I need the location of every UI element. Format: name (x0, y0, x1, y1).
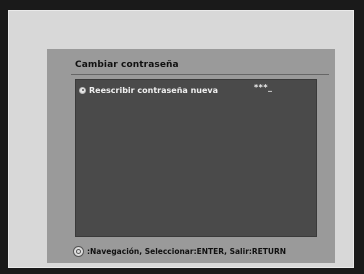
hint-text: :Navegación, Seleccionar:ENTER, Salir:RE… (87, 246, 287, 256)
radio-dot-icon (79, 86, 86, 94)
option-label: Reescribir contraseña nueva (89, 85, 218, 95)
tv-background: Cambiar contraseña Reescribir contraseña… (0, 0, 364, 274)
rewrite-password-option[interactable]: Reescribir contraseña nueva (79, 84, 218, 96)
title-divider (71, 74, 329, 75)
password-input[interactable]: ***_ (254, 83, 273, 92)
content-panel: Reescribir contraseña nueva ***_ (75, 79, 317, 237)
change-password-dialog: Cambiar contraseña Reescribir contraseña… (47, 49, 335, 263)
osd-frame: Cambiar contraseña Reescribir contraseña… (8, 10, 354, 268)
navigation-pad-icon (73, 245, 84, 257)
dialog-title: Cambiar contraseña (75, 60, 179, 70)
navigation-hint-bar: :Navegación, Seleccionar:ENTER, Salir:RE… (73, 245, 286, 257)
